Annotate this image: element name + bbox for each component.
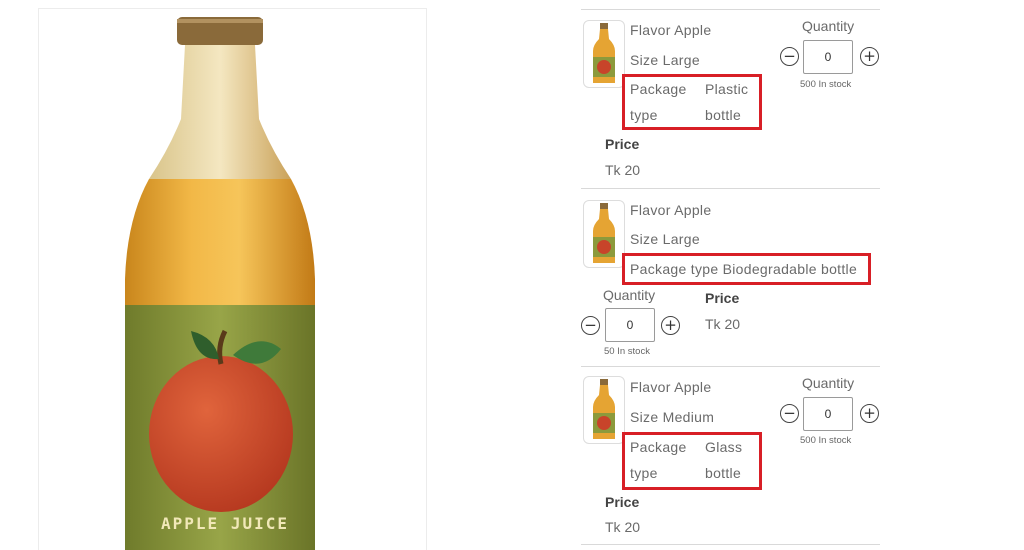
minus-icon[interactable]: − xyxy=(780,47,799,66)
quantity-input[interactable] xyxy=(803,40,853,74)
product-image: APPLE JUICE xyxy=(38,8,427,550)
package-highlight-box xyxy=(622,253,871,285)
divider xyxy=(581,188,880,189)
package-highlight-box xyxy=(622,74,762,130)
stock-text: 500 In stock xyxy=(800,79,852,90)
divider xyxy=(581,366,880,367)
variant-size: Size Medium xyxy=(630,409,715,425)
price-value: Tk 20 xyxy=(705,316,741,332)
divider xyxy=(581,544,880,545)
apple-juice-bottle-image: APPLE JUICE xyxy=(125,17,315,550)
stock-text: 50 In stock xyxy=(604,346,650,357)
variant-thumbnail xyxy=(583,200,625,268)
minus-icon[interactable]: − xyxy=(581,316,600,335)
price-label: Price xyxy=(605,494,640,510)
variant-flavor: Flavor Apple xyxy=(630,379,712,395)
stock-text: 500 In stock xyxy=(800,435,852,446)
price-label: Price xyxy=(705,290,740,306)
variant-thumbnail xyxy=(583,20,625,88)
plus-icon[interactable]: + xyxy=(661,316,680,335)
bottle-label-text: APPLE JUICE xyxy=(161,514,289,533)
plus-icon[interactable]: + xyxy=(860,404,879,423)
quantity-label: Quantity xyxy=(603,287,656,303)
variant-size: Size Large xyxy=(630,52,700,68)
variant-list: Flavor Apple Size Large Package type Pla… xyxy=(581,0,881,549)
quantity-input[interactable] xyxy=(605,308,655,342)
variant-size: Size Large xyxy=(630,231,700,247)
variant-thumbnail xyxy=(583,376,625,444)
price-value: Tk 20 xyxy=(605,519,641,535)
quantity-input[interactable] xyxy=(803,397,853,431)
minus-icon[interactable]: − xyxy=(780,404,799,423)
quantity-label: Quantity xyxy=(802,18,855,34)
plus-icon[interactable]: + xyxy=(860,47,879,66)
variant-flavor: Flavor Apple xyxy=(630,202,712,218)
price-value: Tk 20 xyxy=(605,162,641,178)
variant-flavor: Flavor Apple xyxy=(630,22,712,38)
package-highlight-box xyxy=(622,432,762,490)
price-label: Price xyxy=(605,136,640,152)
quantity-label: Quantity xyxy=(802,375,855,391)
divider xyxy=(581,9,880,10)
